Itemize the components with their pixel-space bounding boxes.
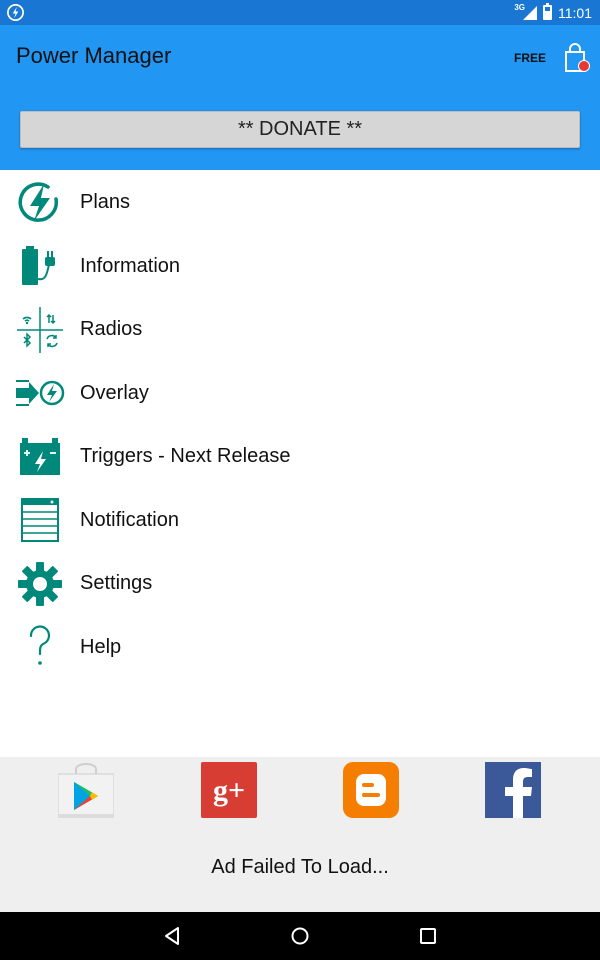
menu-item-settings[interactable]: Settings <box>0 552 600 616</box>
menu-item-notification[interactable]: Notification <box>0 489 600 553</box>
menu-item-label: Overlay <box>80 381 149 404</box>
menu-item-label: Triggers - Next Release <box>80 445 291 468</box>
radios-icon <box>15 305 65 355</box>
recents-icon[interactable] <box>416 924 440 948</box>
google-plus-icon[interactable]: g+ <box>201 762 257 818</box>
home-icon[interactable] <box>288 924 312 948</box>
battery-plug-icon <box>15 241 65 291</box>
navigation-bar <box>0 912 600 960</box>
status-time: 11:01 <box>558 4 592 21</box>
menu-item-overlay[interactable]: Overlay <box>0 362 600 426</box>
plans-bolt-icon <box>15 178 65 228</box>
menu-item-plans[interactable]: Plans <box>0 171 600 235</box>
menu-item-label: Plans <box>80 191 131 214</box>
menu-item-help[interactable]: Help <box>0 616 600 680</box>
notification-icon <box>15 495 65 545</box>
menu-item-information[interactable]: Information <box>0 235 600 299</box>
overlay-icon <box>15 368 65 418</box>
app-header: Power Manager FREE ** DONATE ** <box>0 25 600 170</box>
blogger-icon[interactable] <box>343 762 399 818</box>
footer: g+ Ad Failed To Load... <box>0 757 600 912</box>
battery-icon <box>543 3 552 20</box>
question-icon <box>15 622 65 672</box>
triggers-battery-icon <box>15 432 65 482</box>
facebook-icon[interactable] <box>485 762 541 818</box>
menu-item-label: Information <box>80 254 181 277</box>
menu-item-triggers[interactable]: Triggers - Next Release <box>0 425 600 489</box>
status-bar: 3G 11:01 <box>0 0 600 25</box>
shopping-bag-icon[interactable] <box>562 43 592 73</box>
menu-item-label: Radios <box>80 318 143 341</box>
free-label[interactable]: FREE <box>514 51 546 65</box>
app-title: Power Manager <box>16 43 172 68</box>
menu-list: Plans Information Radios Overlay Trigger… <box>0 171 600 679</box>
menu-item-label: Settings <box>80 572 153 595</box>
menu-item-radios[interactable]: Radios <box>0 298 600 362</box>
signal-icon <box>523 5 537 20</box>
google-play-icon[interactable] <box>58 762 114 818</box>
app-bolt-icon <box>7 4 24 21</box>
donate-button[interactable]: ** DONATE ** <box>20 111 580 148</box>
menu-item-label: Notification <box>80 508 179 531</box>
gear-icon <box>15 559 65 609</box>
ad-status-text: Ad Failed To Load... <box>211 856 389 878</box>
menu-item-label: Help <box>80 635 122 658</box>
svg-text:g+: g+ <box>213 774 245 807</box>
back-icon[interactable] <box>160 924 184 948</box>
network-type: 3G <box>514 3 525 12</box>
